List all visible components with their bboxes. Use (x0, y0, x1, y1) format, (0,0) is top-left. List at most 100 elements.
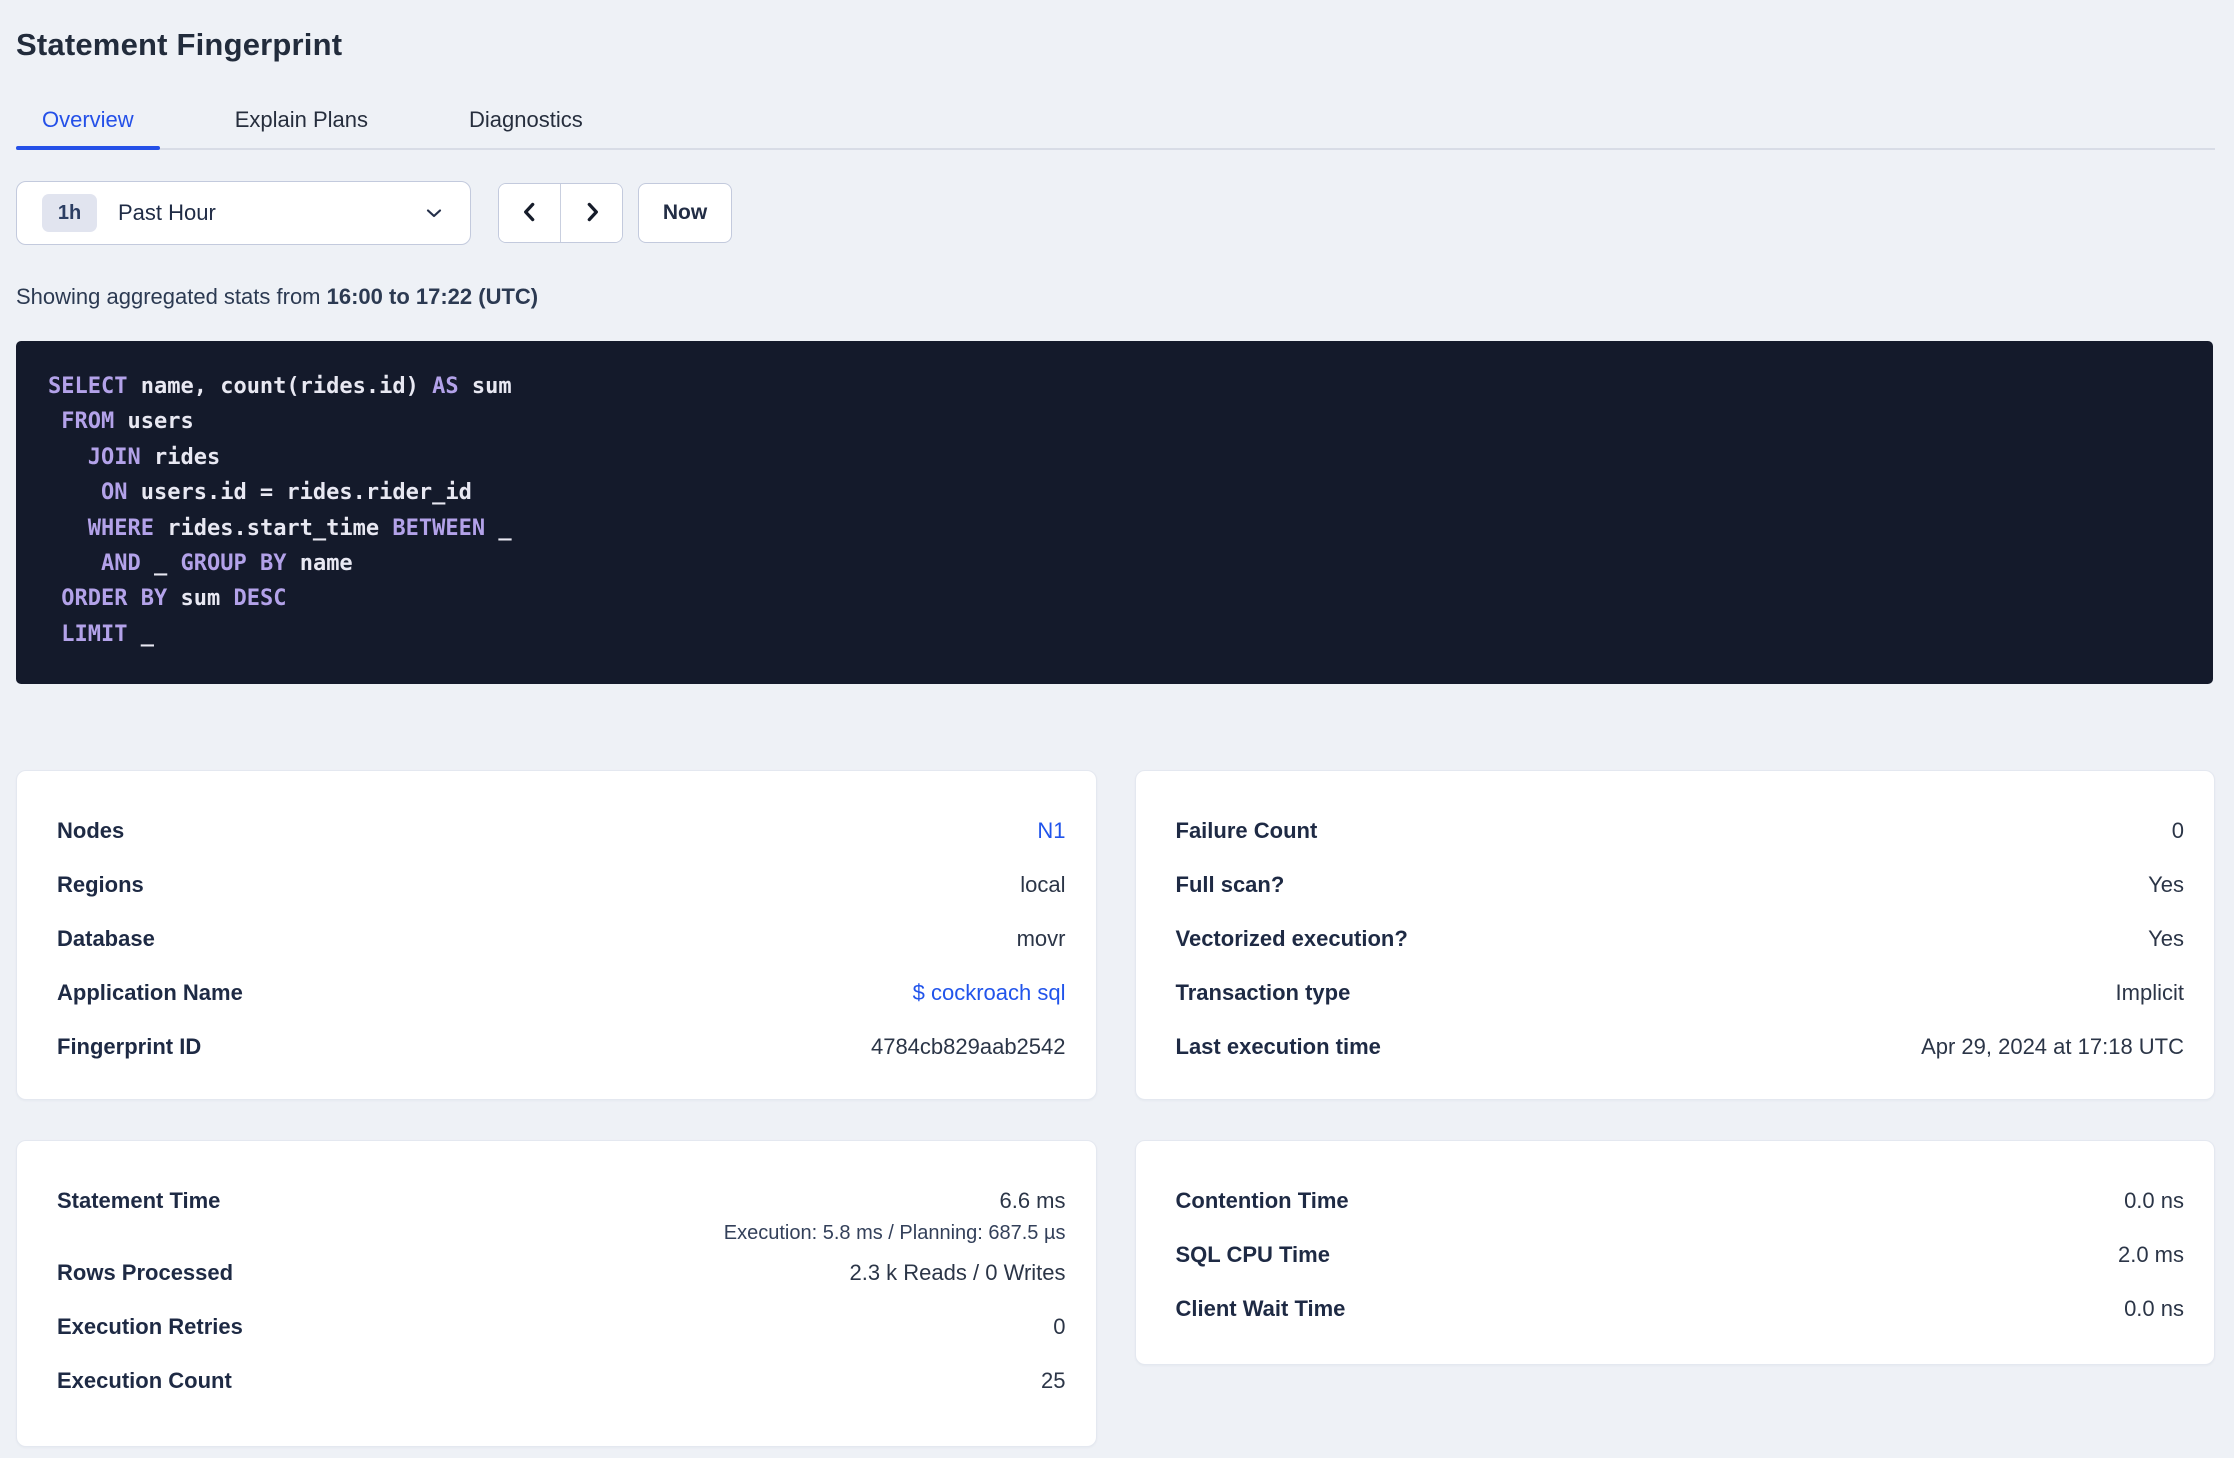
info-label: Failure Count (1175, 818, 1318, 844)
info-value-link[interactable]: $ cockroach sql (913, 980, 1066, 1006)
stats-card-left: Statement Time 6.6 ms Execution: 5.8 ms / … (16, 1140, 1097, 1448)
info-value-link[interactable]: N1 (1037, 818, 1065, 844)
info-label: Client Wait Time (1175, 1296, 1346, 1322)
info-row-failure-count: Failure Count 0 (1176, 804, 2185, 858)
previous-time-range-button[interactable] (499, 184, 561, 242)
sql-line: LIMIT _ (48, 617, 2183, 652)
sql-text: sum (458, 374, 512, 399)
sql-statement-code: SELECT name, count(rides.id) AS sum FROM… (48, 369, 2183, 652)
metadata-card-right: Failure Count 0 Full scan? Yes Vectorized ex… (1134, 770, 2215, 1101)
info-label: Execution Retries (57, 1314, 243, 1340)
time-step-button-group (498, 183, 623, 243)
info-label: Last execution time (1175, 1034, 1381, 1060)
sql-text: name, count(rides.id) (127, 374, 433, 399)
time-range-picker[interactable]: 1h Past Hour (16, 181, 471, 245)
sql-keyword: LIMIT (61, 621, 128, 647)
aggregated-stats-line: Showing aggregated stats from 16:00 to 1… (16, 285, 2215, 308)
info-row-vectorized-execution: Vectorized execution? Yes (1176, 912, 2185, 966)
sql-text: rides.start_time (153, 515, 393, 541)
info-label: Transaction type (1175, 980, 1351, 1006)
info-label: Regions (57, 872, 144, 898)
info-value: Apr 29, 2024 at 17:18 UTC (1921, 1034, 2184, 1060)
stats-cards-row: Statement Time 6.6 ms Execution: 5.8 ms / … (16, 1140, 2215, 1448)
info-row-nodes: Nodes N1 (57, 804, 1066, 858)
sql-text: users.id = rides.rider_id (127, 480, 472, 506)
sql-text: _ (485, 515, 512, 541)
info-row-client-wait-time: Client Wait Time 0.0 ns (1176, 1282, 2185, 1336)
info-label: Execution Count (57, 1368, 232, 1394)
sql-text: sum (167, 586, 234, 612)
info-row-application-name: Application Name $ cockroach sql (57, 966, 1066, 1020)
info-row-execution-count: Execution Count 25 (57, 1354, 1066, 1408)
sql-line: ORDER BY sum DESC (48, 581, 2183, 616)
info-sub-value: Execution: 5.8 ms / Planning: 687.5 µs (723, 1222, 1066, 1245)
info-value: 25 (1041, 1368, 1066, 1394)
info-row-transaction-type: Transaction type Implicit (1176, 966, 2185, 1020)
sql-keyword: ON (100, 480, 128, 506)
page-title: Statement Fingerprint (16, 27, 343, 62)
tab-overview[interactable]: Overview (16, 107, 160, 150)
time-range-label: Past Hour (118, 200, 216, 225)
sql-text: users (114, 409, 194, 435)
sql-text: _ (127, 621, 154, 647)
sql-keyword: SELECT (48, 374, 128, 399)
sql-line: ON users.id = rides.rider_id (48, 475, 2183, 510)
sql-keyword: GROUP BY (180, 551, 287, 577)
info-value: 0.0 ns (2124, 1188, 2184, 1214)
info-value: movr (1016, 926, 1066, 952)
info-value: 0.0 ns (2124, 1296, 2184, 1322)
sql-line: AND _ GROUP BY name (48, 546, 2183, 581)
info-value: local (1020, 872, 1066, 898)
tab-diagnostics[interactable]: Diagnostics (443, 107, 609, 148)
statement-fingerprint-page: Statement Fingerprint Overview Explain Pl… (0, 0, 2234, 1448)
sql-keyword: DESC (233, 586, 287, 612)
info-label: Fingerprint ID (57, 1034, 202, 1060)
info-row-rows-processed: Rows Processed 2.3 k Reads / 0 Writes (57, 1246, 1066, 1300)
sql-keyword: AND (100, 551, 141, 577)
info-value: 2.3 k Reads / 0 Writes (849, 1260, 1066, 1286)
sql-text: name (286, 551, 353, 577)
sql-line: JOIN rides (48, 440, 2183, 475)
metadata-card-left: Nodes N1 Regions local Database movr Applicati… (16, 770, 1097, 1101)
tab-explain-plans[interactable]: Explain Plans (209, 107, 394, 148)
stats-card-right: Contention Time 0.0 ns SQL CPU Time 2.0 ms C… (1134, 1140, 2215, 1366)
info-row-contention-time: Contention Time 0.0 ns (1176, 1174, 2185, 1228)
info-label: Full scan? (1175, 872, 1285, 898)
time-range-badge: 1h (42, 194, 97, 232)
now-button[interactable]: Now (638, 183, 732, 243)
sql-statement-box: SELECT name, count(rides.id) AS sum FROM… (16, 341, 2213, 685)
metadata-cards-row: Nodes N1 Regions local Database movr Applicati… (16, 770, 2215, 1101)
info-row-fingerprint-id: Fingerprint ID 4784cb829aab2542 (57, 1020, 1066, 1074)
info-label: Contention Time (1175, 1188, 1349, 1214)
info-row-sql-cpu-time: SQL CPU Time 2.0 ms (1176, 1228, 2185, 1282)
sql-text: rides (140, 444, 221, 470)
sql-keyword: JOIN (87, 444, 141, 470)
info-value: Yes (2148, 926, 2184, 952)
sql-line: FROM users (48, 404, 2183, 439)
aggregated-stats-prefix: Showing aggregated stats from (16, 284, 327, 309)
sql-keyword: FROM (61, 409, 115, 435)
chevron-down-icon (422, 201, 446, 225)
info-label: Application Name (57, 980, 243, 1006)
sql-keyword: ORDER BY (61, 586, 168, 612)
info-value: 0 (1053, 1314, 1066, 1340)
info-row-database: Database movr (57, 912, 1066, 966)
next-time-range-button[interactable] (561, 184, 622, 242)
sql-text: _ (140, 551, 181, 577)
info-label: Database (57, 926, 155, 952)
info-row-regions: Regions local (57, 858, 1066, 912)
info-label: Rows Processed (57, 1260, 234, 1286)
info-value: Implicit (2115, 980, 2184, 1006)
sql-line: SELECT name, count(rides.id) AS sum (48, 369, 2183, 404)
info-row-execution-retries: Execution Retries 0 (57, 1300, 1066, 1354)
aggregated-stats-range: 16:00 to 17:22 (UTC) (326, 284, 539, 309)
info-value: Yes (2148, 872, 2184, 898)
info-label: SQL CPU Time (1175, 1242, 1330, 1268)
tab-bar: Overview Explain Plans Diagnostics (16, 107, 2215, 150)
